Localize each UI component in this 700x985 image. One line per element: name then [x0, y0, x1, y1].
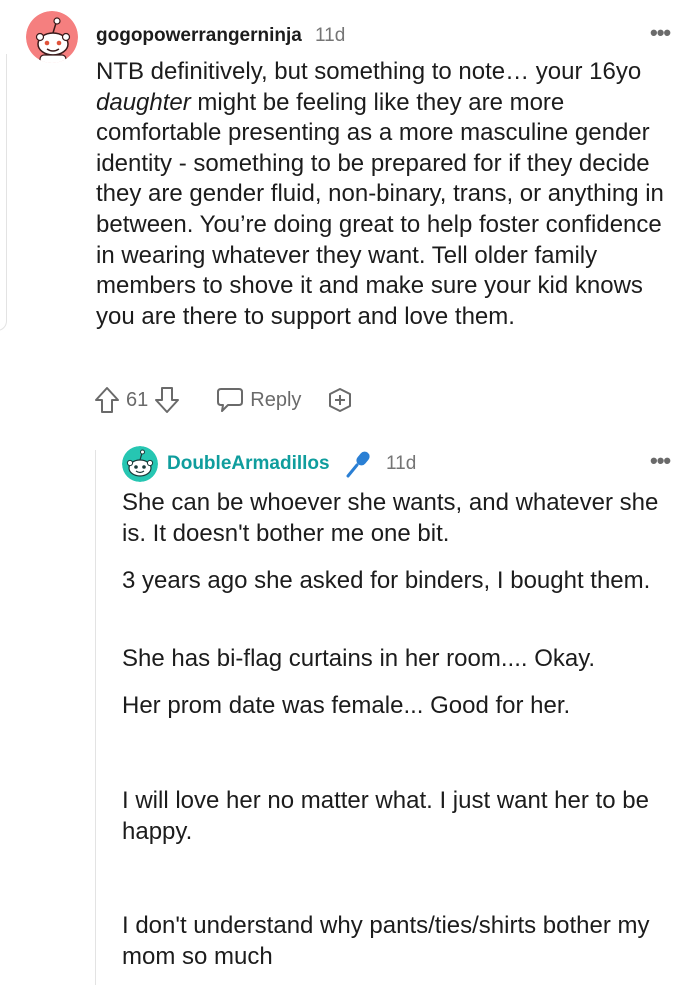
comment-timestamp: 11d	[315, 25, 346, 46]
reply-button[interactable]: Reply	[216, 387, 301, 413]
username[interactable]: gogopowerrangerninja	[96, 25, 302, 47]
downvote-icon[interactable]	[154, 386, 180, 414]
speech-bubble-icon	[216, 387, 244, 413]
reply-thread-line[interactable]	[95, 450, 96, 985]
reply-paragraph: 3 years ago she asked for binders, I bou…	[122, 567, 651, 594]
reply-paragraph: I will love her no matter what. I just w…	[122, 787, 649, 845]
microphone-icon	[344, 449, 374, 484]
reply-paragraph: She can be whoever she wants, and whatev…	[122, 489, 659, 547]
reply-paragraph: Her prom date was female... Good for her…	[122, 692, 571, 719]
award-icon[interactable]	[327, 387, 353, 413]
comment-body: NTB definitively, but something to note……	[96, 58, 664, 330]
reply-avatar[interactable]	[122, 446, 158, 482]
reply-username[interactable]: DoubleArmadillos	[167, 453, 330, 475]
thread-collapse-line[interactable]	[0, 54, 7, 331]
reply-timestamp: 11d	[386, 453, 417, 474]
upvote-icon[interactable]	[94, 386, 120, 414]
reply-paragraph: She has bi-flag curtains in her room....…	[122, 645, 596, 672]
comment-actions: 61 Reply	[94, 384, 353, 416]
reply-label: Reply	[250, 388, 302, 411]
vote-count: 61	[126, 388, 149, 411]
avatar[interactable]	[26, 11, 78, 63]
reply-paragraph: I don't understand why pants/ties/shirts…	[122, 912, 650, 970]
more-options-icon[interactable]: •••	[650, 22, 671, 44]
reply-more-options-icon[interactable]: •••	[650, 450, 671, 472]
